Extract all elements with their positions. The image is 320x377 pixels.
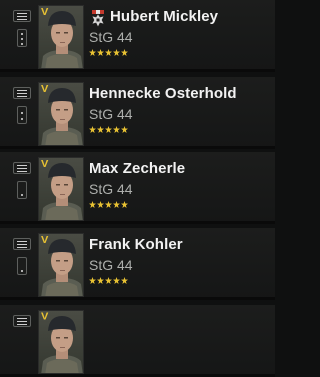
star-icon: [97, 277, 104, 284]
star-icon: [121, 126, 128, 133]
rank-insignia: V: [41, 234, 49, 246]
squad-soldier-list: V Hubert Mickley StG 44 V Hennecke Osterho…: [0, 0, 275, 377]
star-icon: [89, 201, 96, 208]
list-button[interactable]: [13, 87, 31, 99]
soldier-weapon: StG 44: [89, 29, 133, 45]
star-icon: [121, 277, 128, 284]
soldier-portrait: V: [38, 157, 84, 221]
soldier-weapon: StG 44: [89, 106, 133, 122]
star-icon: [105, 49, 112, 56]
soldier-name: Hubert Mickley: [110, 8, 219, 25]
rank-insignia: V: [41, 158, 49, 170]
slot-indicator-icon[interactable]: [17, 106, 27, 124]
soldier-rating: [89, 126, 128, 133]
soldier-portrait: V: [38, 310, 84, 374]
slot-indicator-icon[interactable]: [17, 181, 27, 199]
soldier-name: Max Zecherle: [89, 160, 186, 177]
soldier-name: Hennecke Osterhold: [89, 85, 237, 102]
soldier-row[interactable]: V Hennecke Osterhold StG 44: [0, 77, 275, 149]
soldier-weapon: StG 44: [89, 181, 133, 197]
soldier-rating: [89, 49, 128, 56]
soldier-rating: [89, 277, 128, 284]
rank-insignia: V: [41, 83, 49, 95]
list-button[interactable]: [13, 315, 31, 327]
soldier-row[interactable]: V: [0, 305, 275, 377]
star-icon: [105, 126, 112, 133]
star-icon: [89, 49, 96, 56]
star-icon: [113, 201, 120, 208]
row-divider: [0, 146, 275, 149]
star-icon: [89, 126, 96, 133]
soldier-portrait: V: [38, 233, 84, 297]
star-icon: [97, 126, 104, 133]
star-icon: [97, 201, 104, 208]
soldier-portrait: V: [38, 5, 84, 69]
row-divider: [0, 221, 275, 224]
soldier-row[interactable]: V Hubert Mickley StG 44: [0, 0, 275, 72]
star-icon: [113, 126, 120, 133]
row-divider: [0, 297, 275, 300]
star-icon: [113, 49, 120, 56]
soldier-rating: [89, 201, 128, 208]
soldier-weapon: StG 44: [89, 257, 133, 273]
list-button[interactable]: [13, 162, 31, 174]
soldier-row[interactable]: V Frank Kohler StG 44: [0, 228, 275, 300]
list-button[interactable]: [13, 10, 31, 22]
star-icon: [105, 201, 112, 208]
star-icon: [121, 49, 128, 56]
star-icon: [97, 49, 104, 56]
rank-insignia: V: [41, 6, 49, 18]
iron-cross-medal-icon: [89, 10, 107, 28]
slot-indicator-icon[interactable]: [17, 257, 27, 275]
star-icon: [121, 201, 128, 208]
soldier-portrait: V: [38, 82, 84, 146]
row-divider: [0, 69, 275, 72]
soldier-row[interactable]: V Max Zecherle StG 44: [0, 152, 275, 224]
soldier-name: Frank Kohler: [89, 236, 183, 253]
rank-insignia: V: [41, 311, 49, 323]
star-icon: [89, 277, 96, 284]
slot-indicator-icon[interactable]: [17, 29, 27, 47]
star-icon: [105, 277, 112, 284]
list-button[interactable]: [13, 238, 31, 250]
star-icon: [113, 277, 120, 284]
